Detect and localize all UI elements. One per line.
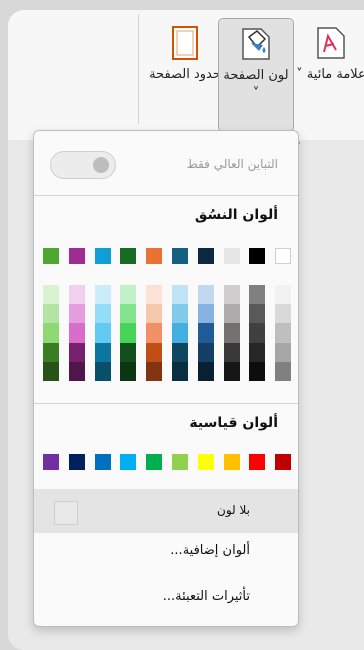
theme-shade-swatch[interactable] xyxy=(120,304,137,324)
theme-shade-swatch[interactable] xyxy=(94,285,111,305)
theme-shade-swatch[interactable] xyxy=(172,342,188,362)
page-borders-label: حدود الصفحة xyxy=(149,67,221,82)
divider xyxy=(34,195,298,196)
standard-colors-title: ألوان قياسية xyxy=(189,415,278,431)
theme-shade-swatch[interactable] xyxy=(120,361,137,381)
theme-shade-swatch[interactable] xyxy=(68,304,85,324)
theme-shade-swatch[interactable] xyxy=(249,361,266,381)
page-color-label: لون الصفحة ˅ xyxy=(223,68,289,101)
theme-shade-swatch[interactable] xyxy=(275,304,292,324)
standard-color-swatch[interactable] xyxy=(275,454,292,470)
theme-shade-swatch[interactable] xyxy=(197,342,214,362)
theme-color-swatch[interactable] xyxy=(172,248,188,264)
theme-shade-swatch[interactable] xyxy=(120,342,137,362)
theme-color-swatch[interactable] xyxy=(197,248,214,264)
page-color-icon xyxy=(242,28,270,60)
standard-color-swatch[interactable] xyxy=(197,454,214,470)
high-contrast-label: التباين العالي فقط xyxy=(186,157,278,171)
theme-color-swatch[interactable] xyxy=(249,248,266,264)
high-contrast-row: التباين العالي فقط xyxy=(34,151,298,179)
theme-shade-swatch[interactable] xyxy=(249,323,266,343)
theme-shade-swatch[interactable] xyxy=(249,285,266,305)
theme-colors-title: ألوان النسُق xyxy=(194,207,278,223)
theme-color-swatch[interactable] xyxy=(223,248,240,264)
theme-shade-swatch[interactable] xyxy=(43,304,59,324)
theme-color-swatch[interactable] xyxy=(94,248,111,264)
toggle-knob xyxy=(93,157,109,173)
divider xyxy=(34,403,298,404)
ribbon: حدود الصفحة لون الصفحة ˅ علامة مائية ˅ خ xyxy=(8,10,364,144)
theme-shade-swatch[interactable] xyxy=(249,304,266,324)
more-colors-item[interactable]: ألوان إضافية... xyxy=(170,543,250,558)
theme-shade-swatch[interactable] xyxy=(197,304,214,324)
theme-shade-swatch[interactable] xyxy=(275,361,292,381)
theme-shade-swatch[interactable] xyxy=(172,285,188,305)
theme-color-swatch[interactable] xyxy=(275,248,292,264)
theme-color-swatch[interactable] xyxy=(120,248,137,264)
theme-shade-swatch[interactable] xyxy=(146,323,163,343)
watermark-icon xyxy=(317,27,345,59)
no-color-item[interactable]: بلا لون xyxy=(34,489,298,533)
page-borders-icon xyxy=(172,26,198,60)
theme-shade-swatch[interactable] xyxy=(223,304,240,324)
theme-shade-swatch[interactable] xyxy=(146,304,163,324)
theme-shade-swatch[interactable] xyxy=(43,285,59,305)
theme-shade-swatch[interactable] xyxy=(223,323,240,343)
theme-color-swatch[interactable] xyxy=(43,248,59,264)
theme-shade-swatch[interactable] xyxy=(146,285,163,305)
theme-shade-swatch[interactable] xyxy=(172,323,188,343)
theme-shade-swatch[interactable] xyxy=(43,323,59,343)
watermark-label: علامة مائية ˅ xyxy=(296,67,364,82)
theme-shade-swatch[interactable] xyxy=(249,342,266,362)
theme-shade-swatch[interactable] xyxy=(223,342,240,362)
theme-shade-swatch[interactable] xyxy=(146,361,163,381)
theme-shade-swatch[interactable] xyxy=(275,342,292,362)
theme-shade-swatch[interactable] xyxy=(94,342,111,362)
standard-color-swatch[interactable] xyxy=(146,454,163,470)
theme-colors-base-row xyxy=(43,248,293,264)
theme-shade-swatch[interactable] xyxy=(275,285,292,305)
standard-color-swatch[interactable] xyxy=(120,454,137,470)
theme-shade-swatch[interactable] xyxy=(223,361,240,381)
high-contrast-toggle[interactable] xyxy=(50,151,116,179)
no-color-swatch xyxy=(54,501,78,525)
standard-color-swatch[interactable] xyxy=(43,454,59,470)
theme-shade-swatch[interactable] xyxy=(120,285,137,305)
theme-shade-swatch[interactable] xyxy=(43,342,59,362)
fill-effects-item[interactable]: تأثيرات التعبئة... xyxy=(163,589,250,604)
theme-shade-swatch[interactable] xyxy=(197,323,214,343)
theme-shade-swatch[interactable] xyxy=(146,342,163,362)
page-borders-button[interactable]: حدود الصفحة xyxy=(148,18,222,130)
standard-colors-row xyxy=(43,454,293,470)
standard-color-swatch[interactable] xyxy=(172,454,188,470)
theme-shade-swatch[interactable] xyxy=(120,323,137,343)
theme-shade-swatch[interactable] xyxy=(68,342,85,362)
theme-shade-swatch[interactable] xyxy=(94,361,111,381)
theme-shade-swatch[interactable] xyxy=(68,323,85,343)
theme-shade-swatch[interactable] xyxy=(197,361,214,381)
theme-shade-swatch[interactable] xyxy=(68,285,85,305)
page-color-button[interactable]: لون الصفحة ˅ xyxy=(218,18,294,132)
watermark-button[interactable]: علامة مائية ˅ xyxy=(296,18,364,130)
standard-color-swatch[interactable] xyxy=(68,454,85,470)
theme-color-swatch[interactable] xyxy=(146,248,163,264)
standard-color-swatch[interactable] xyxy=(249,454,266,470)
theme-shade-swatch[interactable] xyxy=(94,323,111,343)
no-color-label: بلا لون xyxy=(217,503,250,517)
page-color-menu: التباين العالي فقط ألوان النسُق ألوان قي… xyxy=(33,130,299,627)
theme-shade-swatch[interactable] xyxy=(172,304,188,324)
standard-color-swatch[interactable] xyxy=(94,454,111,470)
theme-color-swatch[interactable] xyxy=(68,248,85,264)
theme-shade-swatch[interactable] xyxy=(223,285,240,305)
theme-shade-swatch[interactable] xyxy=(275,323,292,343)
theme-shade-swatch[interactable] xyxy=(43,361,59,381)
theme-shade-swatch[interactable] xyxy=(68,361,85,381)
theme-shade-swatch[interactable] xyxy=(172,361,188,381)
theme-shade-swatch[interactable] xyxy=(94,304,111,324)
theme-shade-swatch[interactable] xyxy=(197,285,214,305)
standard-color-swatch[interactable] xyxy=(223,454,240,470)
theme-colors-shades xyxy=(43,285,293,381)
ribbon-separator xyxy=(138,14,139,124)
